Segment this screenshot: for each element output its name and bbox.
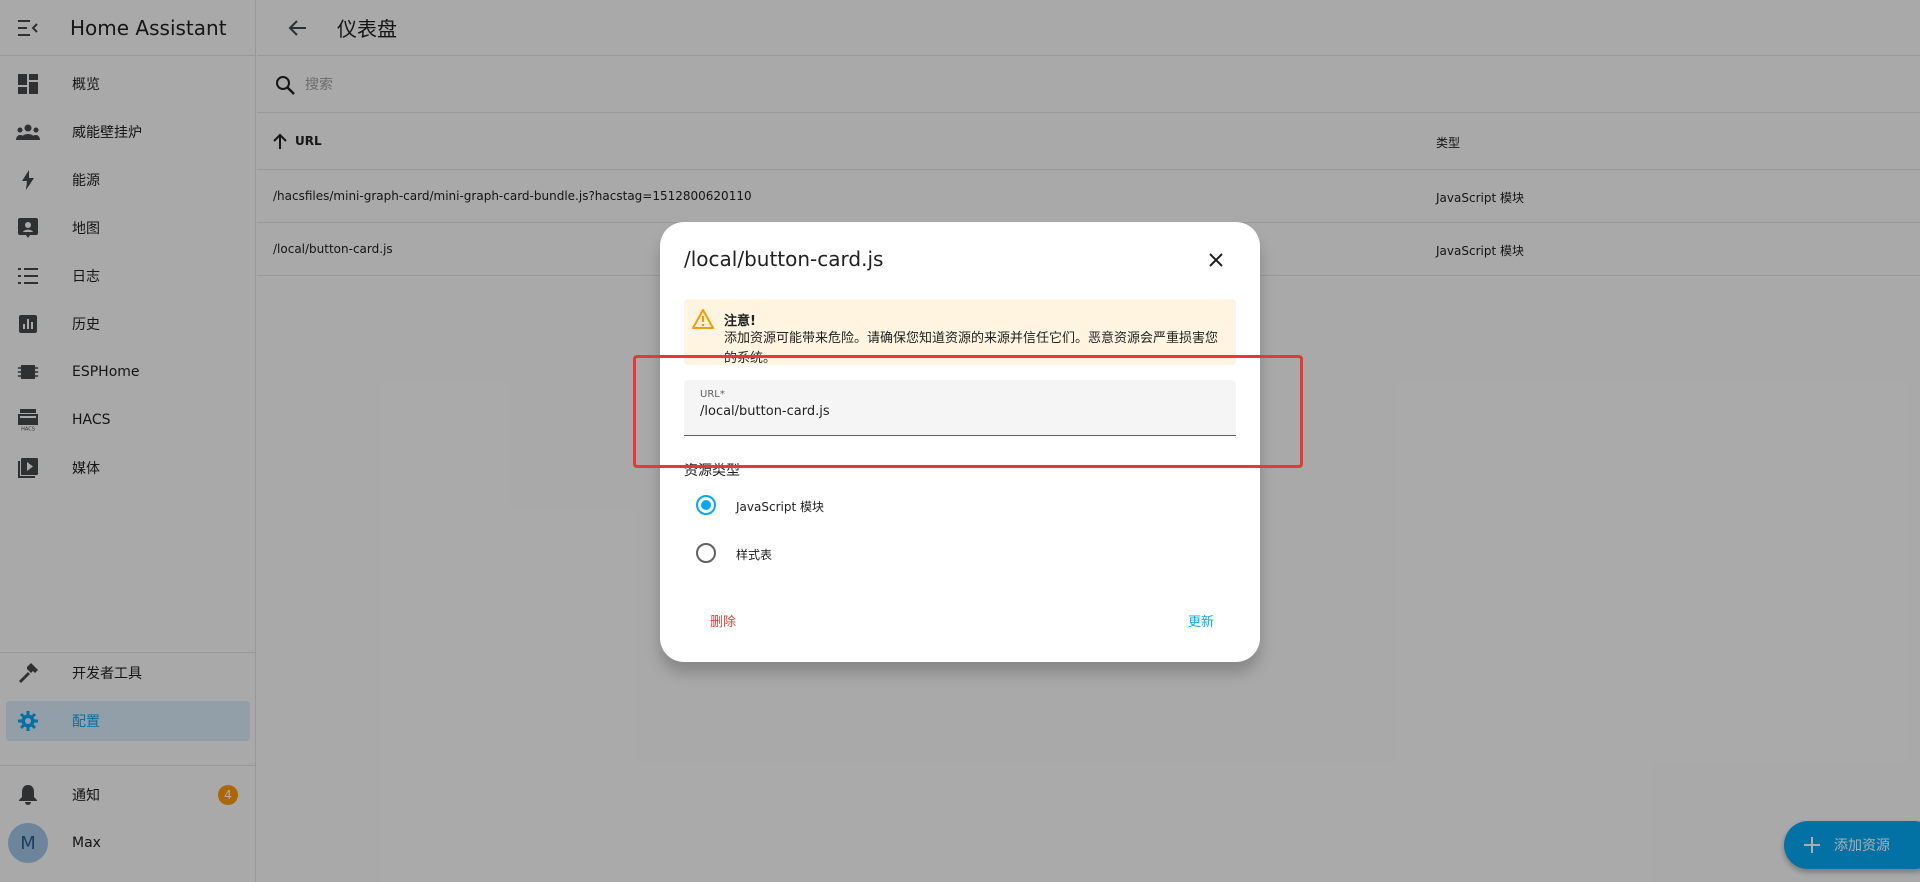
close-icon[interactable] — [1204, 248, 1228, 272]
dialog-title: /local/button-card.js — [684, 247, 884, 271]
alert-title: 注意! — [724, 314, 756, 329]
update-button[interactable]: 更新 — [1188, 611, 1214, 630]
delete-button[interactable]: 删除 — [710, 611, 736, 630]
radio-javascript-module[interactable] — [696, 495, 716, 515]
radio-label[interactable]: 样式表 — [736, 546, 772, 563]
radio-stylesheet[interactable] — [696, 543, 716, 563]
radio-label[interactable]: JavaScript 模块 — [736, 498, 824, 515]
warning-icon — [692, 309, 716, 333]
highlight-box — [633, 355, 1303, 468]
